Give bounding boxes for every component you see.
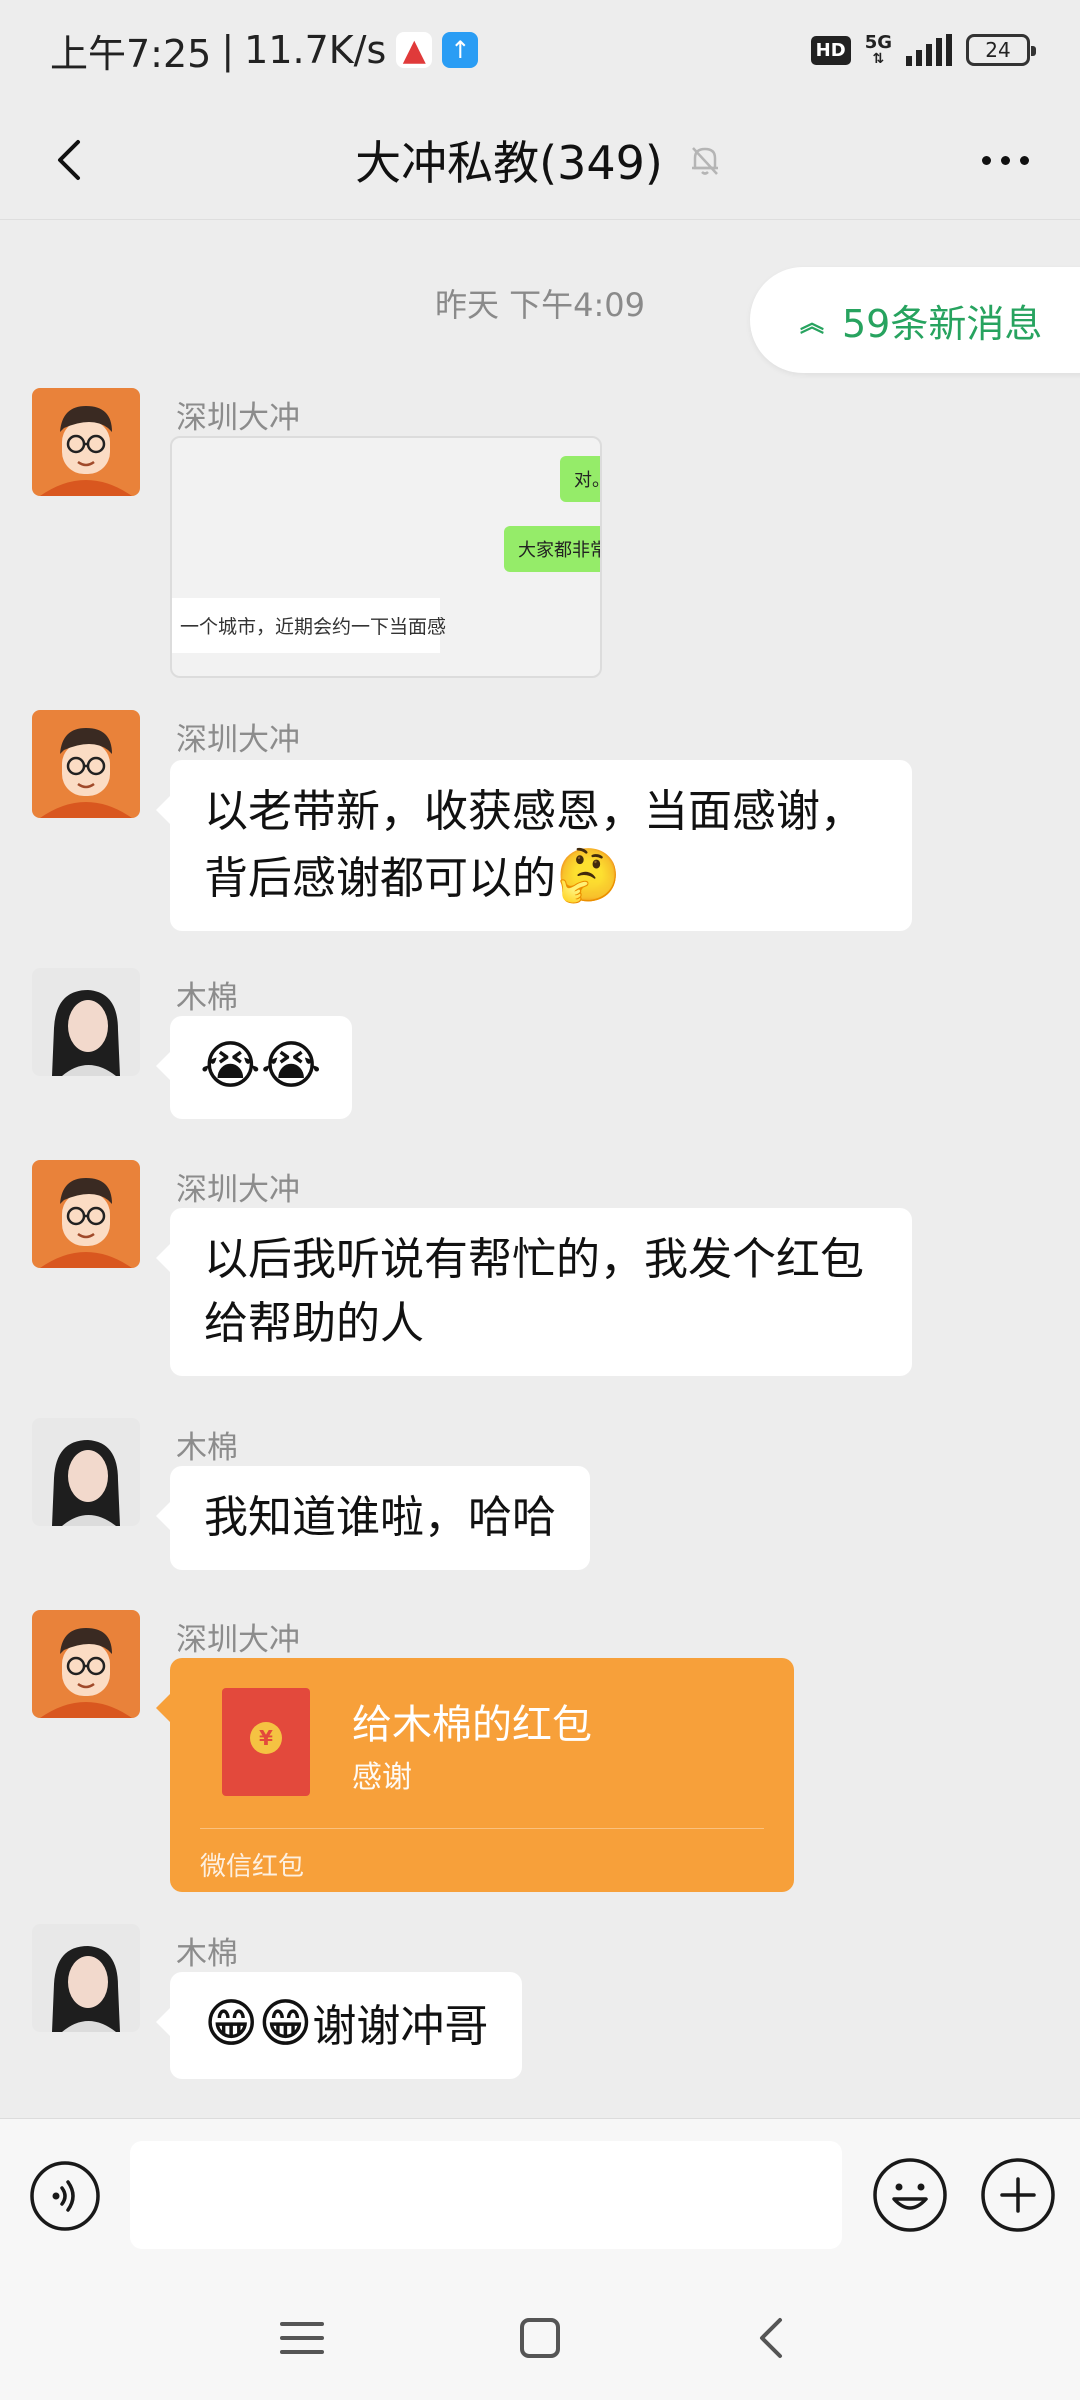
hd-icon: HD [810, 35, 851, 65]
sender-name: 木棉 [176, 1430, 238, 1466]
new-messages-button[interactable]: ︽ 59条新消息 [750, 267, 1080, 373]
thinking-emoji-icon: 🤔 [556, 846, 621, 906]
red-envelope-icon: ¥ [222, 1688, 310, 1796]
status-separator: | [221, 28, 235, 72]
avatar-cartoon-man-icon [32, 710, 140, 818]
red-packet-card[interactable]: ¥ 给木棉的红包 感谢 微信红包 [156, 1658, 794, 1892]
emoji-icon[interactable] [870, 2155, 950, 2235]
divider [200, 1828, 764, 1829]
message-text: 背后感谢都可以的 [204, 853, 556, 904]
dot-icon [1000, 155, 1010, 165]
dot-icon [981, 155, 991, 165]
screenshot-bubble: 对。 [560, 456, 600, 502]
battery-icon: 24 [966, 34, 1036, 66]
input-bar [0, 2118, 1080, 2272]
message-text-line: 以老带新，收获感恩，当面感谢， [204, 786, 864, 837]
back-triangle-icon[interactable] [744, 2310, 800, 2366]
mute-bell-icon [691, 146, 718, 175]
message-text-line: 背后感谢都可以的🤔 [204, 844, 878, 911]
coin-icon: ¥ [250, 1722, 282, 1754]
avatar-cartoon-man-icon [32, 1610, 140, 1718]
message-input[interactable] [130, 2141, 842, 2249]
screenshot-bubble: 一个城市，近期会约一下当面感 [172, 598, 446, 653]
message-bubble[interactable]: 😭😭 [156, 1016, 352, 1119]
grinning-emoji-icon: 😁😁 [204, 1994, 313, 2054]
double-chevron-up-icon: ︽ [800, 308, 824, 337]
avatar[interactable] [32, 388, 140, 496]
message-text: 谢谢冲哥 [312, 2001, 489, 2052]
avatar-cartoon-man-icon [32, 1160, 140, 1268]
message-bubble[interactable]: 以后我听说有帮忙的，我发个红包 给帮助的人 [156, 1208, 912, 1376]
chat-header: 大冲私教(349) [0, 100, 1080, 220]
status-left: 上午7:25 | 11.7K/s ▲ ↑ [50, 23, 479, 78]
status-right: HD 5G ⇅ 24 [810, 32, 1036, 67]
new-messages-label: 59条新消息 [842, 301, 1043, 346]
message-bubble[interactable]: 我知道谁啦，哈哈 [156, 1466, 590, 1570]
avatar[interactable] [32, 1924, 140, 2032]
avatar-woman-photo-icon [32, 1418, 140, 1526]
sender-name: 深圳大冲 [176, 1622, 300, 1658]
status-time: 上午7:25 [50, 31, 212, 76]
message-bubble[interactable]: 以老带新，收获感恩，当面感谢， 背后感谢都可以的🤔 [156, 760, 912, 931]
home-square-icon[interactable] [512, 2310, 568, 2366]
chat-title: 大冲私教(349) [355, 135, 663, 190]
avatar[interactable] [32, 1418, 140, 1526]
avatar[interactable] [32, 710, 140, 818]
app-notification-icon: ▲ [396, 32, 433, 68]
sender-name: 深圳大冲 [176, 1172, 300, 1208]
message-text-line: 给帮助的人 [204, 1298, 424, 1349]
back-icon[interactable] [40, 130, 100, 190]
red-packet-title: 给木棉的红包 [352, 1702, 592, 1748]
message-text: 我知道谁啦，哈哈 [204, 1492, 556, 1543]
avatar[interactable] [32, 1610, 140, 1718]
signal-icon [906, 34, 952, 66]
image-message-thumbnail[interactable]: 对。 大家都非常 一个城市，近期会约一下当面感 [170, 436, 602, 678]
sender-name: 木棉 [176, 980, 238, 1016]
red-packet-footer: 微信红包 [200, 1852, 305, 1882]
avatar-woman-photo-icon [32, 968, 140, 1076]
message-text-line: 以后我听说有帮忙的，我发个红包 [204, 1234, 864, 1285]
avatar[interactable] [32, 968, 140, 1076]
avatar-cartoon-man-icon [32, 388, 140, 496]
avatar[interactable] [32, 1160, 140, 1268]
sender-name: 深圳大冲 [176, 400, 300, 436]
voice-input-icon[interactable] [28, 2159, 102, 2233]
message-bubble[interactable]: 😁😁谢谢冲哥 [155, 1972, 523, 2079]
red-packet-note: 感谢 [352, 1760, 412, 1795]
plus-icon[interactable] [978, 2155, 1058, 2235]
screenshot-bubble: 大家都非常 [504, 526, 600, 572]
avatar-woman-photo-icon [32, 1924, 140, 2032]
system-nav-bar [0, 2272, 1080, 2400]
dot-icon [1019, 155, 1029, 165]
upload-notification-icon: ↑ [442, 32, 479, 68]
more-options-button[interactable] [970, 130, 1040, 190]
status-bar: 上午7:25 | 11.7K/s ▲ ↑ HD 5G ⇅ 24 [0, 0, 1080, 100]
battery-level: 24 [985, 38, 1011, 62]
data-arrows-icon: ⇅ [872, 51, 885, 67]
sender-name: 木棉 [176, 1936, 238, 1972]
network-type-label: 5G [864, 32, 892, 53]
crying-emoji-icon: 😭😭 [200, 1036, 322, 1096]
menu-icon[interactable] [274, 2310, 330, 2366]
sender-name: 深圳大冲 [176, 722, 300, 758]
network-type-icon: 5G ⇅ [864, 32, 892, 67]
network-speed: 11.7K/s [244, 28, 387, 72]
